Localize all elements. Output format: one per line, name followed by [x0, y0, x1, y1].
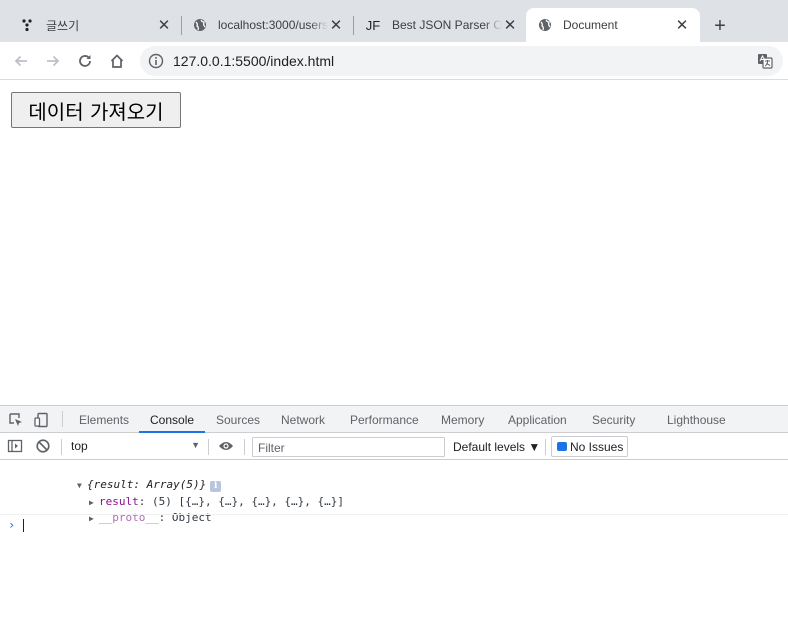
translate-icon [758, 54, 773, 69]
console-toolbar: top ▼ Filter Default levels ▼ No Issues [0, 433, 788, 460]
home-icon [110, 54, 124, 68]
toolbar-divider [208, 439, 209, 455]
tab-json-parser[interactable]: JF Best JSON Parser Online ✕ [354, 8, 526, 42]
devtools-tab-lighthouse[interactable]: Lighthouse [667, 406, 726, 433]
forward-button[interactable] [39, 47, 67, 75]
reload-button[interactable] [71, 47, 99, 75]
devtools-tab-memory[interactable]: Memory [441, 406, 484, 433]
devtools-tab-elements[interactable]: Elements [79, 406, 129, 433]
page-viewport: 데이터 가져오기 [0, 80, 788, 405]
close-icon[interactable]: ✕ [328, 17, 344, 34]
dropdown-arrow-icon: ▼ [191, 440, 200, 450]
globe-icon [537, 17, 553, 33]
clear-console-icon[interactable] [35, 438, 51, 454]
reload-icon [79, 55, 91, 67]
back-button[interactable] [7, 47, 35, 75]
live-expression-eye-icon[interactable] [218, 438, 234, 454]
devtools-tab-performance[interactable]: Performance [350, 406, 419, 433]
prompt-chevron-icon: › [8, 518, 16, 532]
devtools-tab-network[interactable]: Network [281, 406, 325, 433]
devtools-panel: Elements Console Sources Network Perform… [0, 405, 788, 639]
devtools-tab-security[interactable]: Security [592, 406, 635, 433]
url-text[interactable]: 127.0.0.1:5500/index.html [173, 53, 334, 69]
toolbar: 127.0.0.1:5500/index.html [0, 42, 788, 80]
tab-title: Document [563, 18, 618, 32]
toolbar-divider [244, 439, 245, 455]
devtools-tab-sources[interactable]: Sources [216, 406, 260, 433]
tab-strip: 글쓰기 ✕ localhost:3000/users ✕ JF Best JSO… [0, 0, 788, 42]
show-sidebar-icon[interactable] [7, 438, 23, 454]
close-icon[interactable]: ✕ [674, 17, 690, 34]
tab-title: 글쓰기 [46, 18, 80, 33]
browser-window: 글쓰기 ✕ localhost:3000/users ✕ JF Best JSO… [0, 0, 788, 639]
toolbar-divider [61, 439, 62, 455]
close-icon[interactable]: ✕ [502, 17, 518, 34]
tab-document[interactable]: Document ✕ [526, 8, 700, 42]
text-caret [23, 519, 24, 532]
tab-write[interactable]: 글쓰기 ✕ [8, 8, 180, 42]
new-tab-button[interactable]: + [708, 14, 732, 38]
device-toolbar-icon[interactable] [34, 412, 50, 428]
site-info-icon [148, 53, 164, 69]
toolbar-divider [62, 411, 63, 427]
issues-button[interactable]: No Issues [551, 436, 628, 457]
jf-logo-icon: JF [365, 17, 381, 33]
toolbar-divider [545, 439, 546, 455]
console-filter-input[interactable]: Filter [252, 437, 445, 457]
tab-title: localhost:3000/users [218, 18, 328, 32]
address-bar[interactable]: 127.0.0.1:5500/index.html [140, 46, 783, 76]
fetch-data-button[interactable]: 데이터 가져오기 [11, 92, 181, 128]
globe-icon [192, 17, 208, 33]
log-levels-dropdown[interactable]: Default levels ▼ [453, 440, 540, 454]
dots-logo-icon [20, 17, 36, 33]
devtools-tab-bar: Elements Console Sources Network Perform… [0, 406, 788, 433]
tab-localhost[interactable]: localhost:3000/users ✕ [182, 8, 352, 42]
close-icon[interactable]: ✕ [156, 17, 172, 34]
console-output: ▼ {result: Array(5)} i ▶ result: (5) [{…}, … [0, 461, 788, 639]
devtools-tab-application[interactable]: Application [508, 406, 567, 433]
issues-badge-icon [557, 442, 567, 451]
back-arrow-icon [14, 55, 27, 67]
home-button[interactable] [103, 47, 131, 75]
console-prompt[interactable]: › [0, 514, 788, 534]
tab-title: Best JSON Parser Online [392, 18, 502, 32]
devtools-tab-console[interactable]: Console [139, 406, 206, 433]
forward-arrow-icon [47, 55, 60, 67]
context-select[interactable]: top ▼ [71, 439, 203, 455]
inspect-element-icon[interactable] [8, 412, 24, 428]
